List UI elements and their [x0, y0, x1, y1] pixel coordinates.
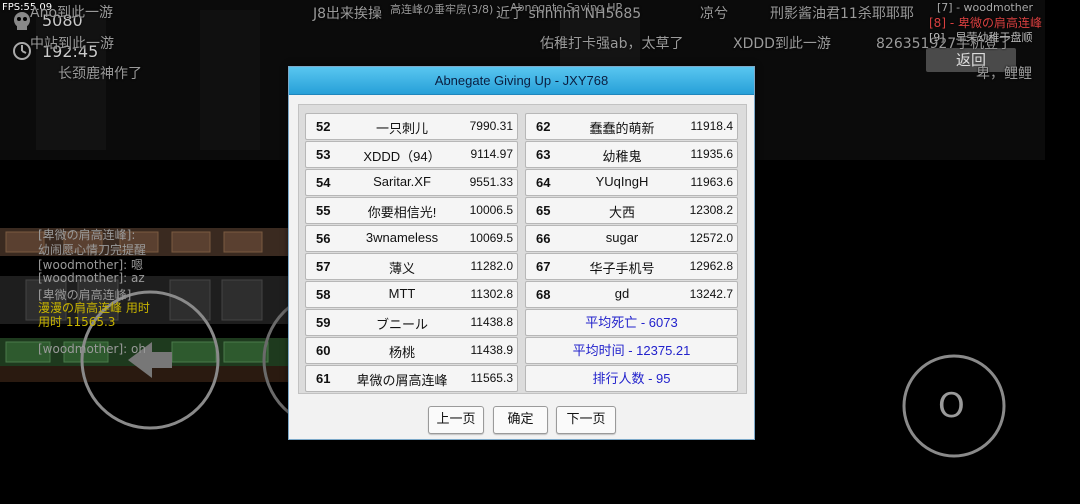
leaderboard-row: 56 3wnameless 10069.5 [305, 225, 518, 252]
rank-number: 56 [316, 231, 331, 246]
player-name: 大西 [608, 205, 635, 220]
player-name: YUqIngH [595, 174, 649, 189]
danmaku-comment: 卑，鲤鲤 [976, 66, 1032, 82]
danmaku-comment: 中站到此一游 [30, 36, 114, 52]
player-list-entry: [9] - 早荣幼稚于盘顺 [929, 31, 1033, 44]
player-name: XDDD（94） [363, 149, 441, 164]
leaderboard-row: 57 薄义 11282.0 [305, 253, 518, 280]
average-time: 平均时间 - 12375.21 [525, 337, 738, 364]
clear-time: 11438.9 [470, 343, 514, 357]
dialog-title: Abnegate Giving Up - JXY768 [289, 67, 754, 95]
leaderboard-row: 63 幼稚鬼 11935.6 [525, 141, 738, 168]
rank-number: 66 [536, 231, 551, 246]
previous-page-button[interactable]: 上一页 [428, 406, 484, 434]
danmaku-comment: 凉兮 [700, 6, 728, 22]
chat-line: [woodmother]: oh [38, 342, 146, 356]
jump-button-label: O [938, 386, 965, 426]
clear-time: 11302.8 [470, 287, 514, 301]
rank-number: 64 [536, 175, 551, 190]
confirm-button[interactable]: 确定 [493, 406, 548, 434]
leaderboard-dialog: Abnegate Giving Up - JXY768 52 一只刺儿 7990… [288, 66, 755, 440]
player-name: 薄义 [388, 261, 415, 276]
danmaku-comment: J8出来挨操 [313, 6, 383, 22]
leaderboard-row: 66 sugar 12572.0 [525, 225, 738, 252]
danmaku-comment: XDDD到此一游 [733, 36, 831, 52]
player-name: 幼稚鬼 [602, 149, 642, 164]
player-name: Saritar.XF [373, 174, 431, 189]
rank-number: 62 [536, 119, 551, 134]
player-name: 杨桃 [388, 345, 415, 360]
player-list-entry: [7] - woodmother [937, 1, 1034, 14]
clear-time: 11963.6 [690, 175, 734, 189]
rank-number: 68 [536, 287, 551, 302]
danmaku-comment: 近了 shhhhh NH5685 [496, 6, 642, 22]
player-name: sugar [605, 230, 639, 245]
next-page-button[interactable]: 下一页 [556, 406, 616, 434]
clear-time: 10006.5 [469, 203, 513, 217]
rank-number: 65 [536, 203, 551, 218]
leaderboard-row: 68 gd 13242.7 [525, 281, 738, 308]
rank-number: 58 [316, 287, 331, 302]
player-name: 卑微の屑高连峰 [356, 373, 448, 388]
clear-time: 7990.31 [469, 119, 513, 133]
clear-time: 10069.5 [469, 231, 513, 245]
player-name: 蠢蠢的萌新 [589, 121, 655, 136]
player-name: 一只刺儿 [375, 121, 428, 136]
player-name: MTT [388, 286, 416, 301]
leaderboard-row: 61 卑微の屑高连峰 11565.3 [305, 365, 518, 392]
leaderboard-row: 59 ブニール 11438.8 [305, 309, 518, 336]
clear-time: 12572.0 [689, 231, 733, 245]
rank-number: 59 [316, 315, 331, 330]
leaderboard-row: 62 蠢蠢的萌新 11918.4 [525, 113, 738, 140]
player-name: ブニール [375, 317, 428, 332]
leaderboard-row: 52 一只刺儿 7990.31 [305, 113, 518, 140]
leaderboard-row: 55 你要相信光! 10006.5 [305, 197, 518, 224]
clear-time: 12308.2 [689, 203, 733, 217]
leaderboard-row: 67 华子手机号 12962.8 [525, 253, 738, 280]
danmaku-comment: 长颈鹿神作了 [58, 66, 142, 82]
clear-time: 11565.3 [470, 371, 514, 385]
player-name: 3wnameless [365, 230, 439, 245]
leaderboard-row: 58 MTT 11302.8 [305, 281, 518, 308]
rank-number: 53 [316, 147, 331, 162]
clear-time: 11282.0 [470, 259, 514, 273]
clear-time: 11935.6 [690, 147, 734, 161]
leaderboard-row: 60 杨桃 11438.9 [305, 337, 518, 364]
clear-time: 11918.4 [690, 119, 734, 133]
ranked-player-count: 排行人数 - 95 [525, 365, 738, 392]
rank-number: 52 [316, 119, 331, 134]
clear-time: 11438.8 [470, 315, 514, 329]
player-name: 华子手机号 [589, 261, 655, 276]
rank-number: 57 [316, 259, 331, 274]
rank-number: 67 [536, 259, 551, 274]
player-name: gd [614, 286, 630, 301]
rank-number: 55 [316, 203, 331, 218]
rank-number: 54 [316, 175, 331, 190]
leaderboard-row: 65 大西 12308.2 [525, 197, 738, 224]
danmaku-comment: 佑稚打卡强ab，太草了 [540, 36, 684, 52]
player-name: 你要相信光! [367, 205, 437, 220]
leaderboard-row: 53 XDDD（94） 9114.97 [305, 141, 518, 168]
danmaku-comment: 高连峰の垂牢房(3/8) [390, 3, 494, 16]
chat-line: 用时 11565.3 [38, 315, 116, 329]
clear-time: 9551.33 [469, 175, 513, 189]
leaderboard-row: 54 Saritar.XF 9551.33 [305, 169, 518, 196]
leaderboard-row: 64 YUqIngH 11963.6 [525, 169, 738, 196]
chat-line: [woodmother]: az [38, 271, 145, 285]
rank-number: 60 [316, 343, 331, 358]
rank-number: 63 [536, 147, 551, 162]
clear-time: 12962.8 [689, 259, 733, 273]
danmaku-comment: Ano到此一游 [30, 5, 114, 21]
danmaku-comment: 刑影酱油君11杀耶耶耶 [770, 6, 914, 22]
clear-time: 13242.7 [689, 287, 733, 301]
leaderboard-table: 52 一只刺儿 7990.31 53 XDDD（94） 9114.97 54 S… [298, 104, 747, 394]
average-deaths: 平均死亡 - 6073 [525, 309, 738, 336]
clear-time: 9114.97 [470, 147, 514, 161]
rank-number: 61 [316, 371, 331, 386]
